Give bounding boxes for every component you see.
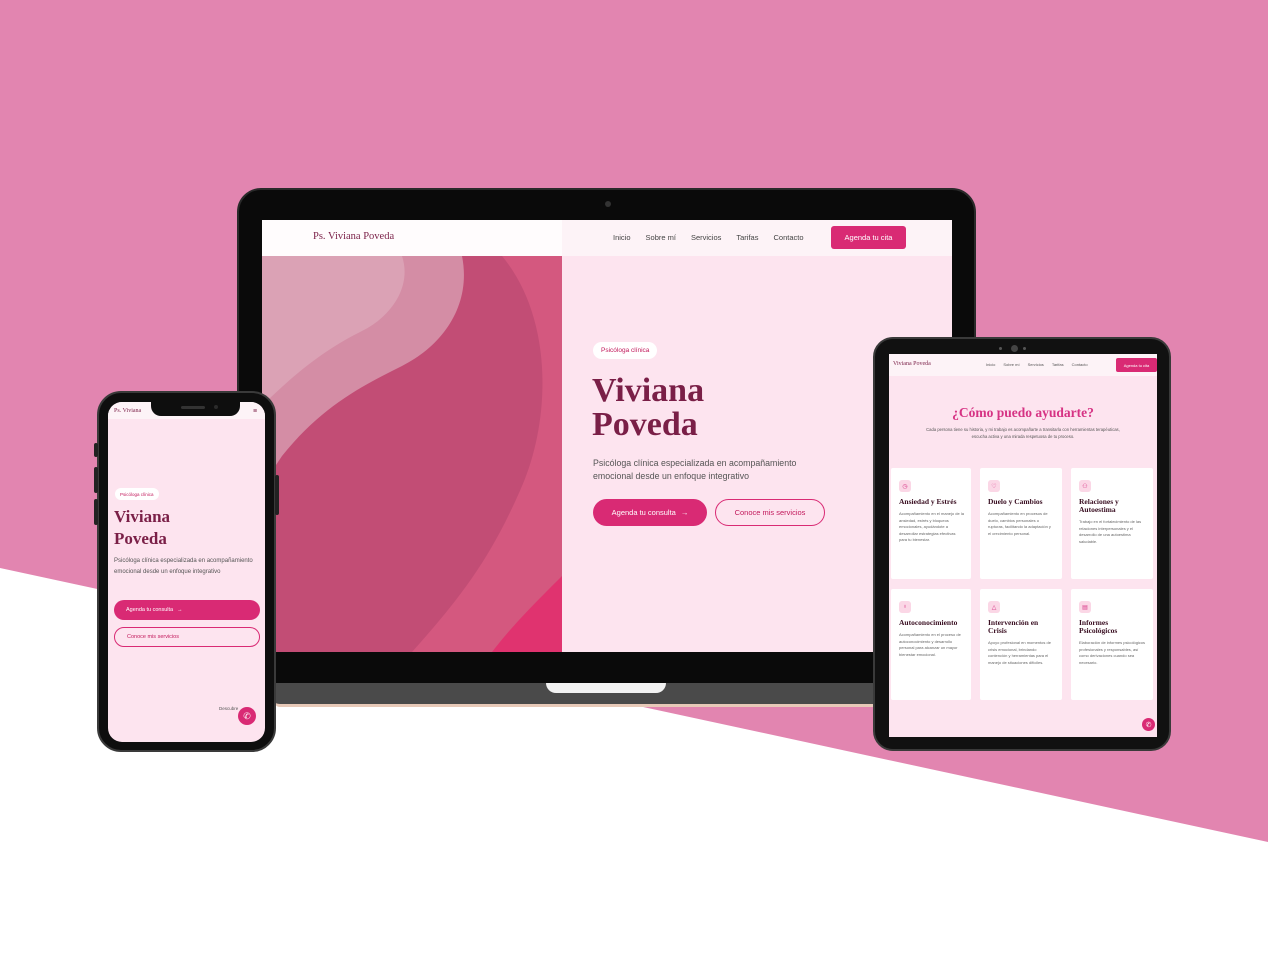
- laptop-base: [274, 683, 939, 707]
- nav-link-contacto[interactable]: Contacto: [1072, 362, 1088, 367]
- nav-link-inicio[interactable]: Inicio: [986, 362, 995, 367]
- service-description: Acompañamiento en el proceso de autocono…: [899, 632, 961, 657]
- conoce-servicios-button[interactable]: Conoce mis servicios: [114, 627, 260, 647]
- hero-description: Psicóloga clínica especializada en acomp…: [114, 558, 253, 575]
- services-section-title: ¿Cómo puedo ayudarte?: [952, 405, 1094, 420]
- hero-badge: Psicóloga clínica: [593, 342, 658, 359]
- phone-volume-up: [94, 467, 98, 493]
- service-card[interactable]: ⚇ Relaciones y Autoestima Trabajo en el …: [1071, 468, 1153, 579]
- service-description: Apoyo profesional en momentos de crisis …: [988, 640, 1051, 665]
- service-title: Duelo y Cambios: [988, 497, 1043, 506]
- conoce-servicios-button[interactable]: Conoce mis servicios: [715, 499, 825, 526]
- service-description: Trabajo en el fortalecimiento de las rel…: [1079, 519, 1142, 544]
- hero-title: Viviana Poveda: [592, 372, 705, 443]
- laptop-nav-links: Inicio Sobre mí Servicios Tarifas Contac…: [613, 233, 804, 242]
- document-icon: ▤: [1079, 601, 1091, 613]
- service-card[interactable]: ♡ Duelo y Cambios Acompañamiento en proc…: [980, 468, 1062, 579]
- service-description: Acompañamiento en procesos de duelo, cam…: [988, 511, 1051, 536]
- clock-icon: ◷: [899, 480, 911, 492]
- service-title: Relaciones y Autoestima: [1079, 497, 1119, 514]
- whatsapp-icon[interactable]: ✆: [1142, 718, 1155, 731]
- service-title: Intervención en Crisis: [988, 618, 1039, 635]
- services-grid: ◷ Ansiedad y Estrés Acompañamiento en el…: [891, 468, 1153, 700]
- nav-link-tarifas[interactable]: Tarifas: [736, 233, 758, 242]
- service-title: Ansiedad y Estrés: [899, 497, 957, 506]
- service-card[interactable]: △ Intervención en Crisis Apoyo profesion…: [980, 589, 1062, 700]
- nav-link-tarifas[interactable]: Tarifas: [1052, 362, 1064, 367]
- scroll-hint: Descubre: [219, 706, 239, 711]
- phone-screen: Ps. Viviana ≡ Psicóloga clínica Viviana …: [108, 402, 265, 742]
- heart-icon: ♡: [988, 480, 1000, 492]
- people-icon: ⚇: [1079, 480, 1091, 492]
- laptop-screen: Ps. Viviana Poveda Inicio Sobre mí Servi…: [262, 220, 952, 652]
- agenda-consulta-button[interactable]: Agenda tu consulta →: [114, 600, 260, 620]
- tablet-device: Viviana Poveda Inicio Sobre mí Servicios…: [873, 337, 1171, 751]
- hamburger-menu-icon[interactable]: ≡: [253, 408, 257, 415]
- phone-notch: [151, 402, 240, 416]
- lightbulb-icon: ♁: [899, 601, 911, 613]
- tablet-nav-links: Inicio Sobre mí Servicios Tarifas Contac…: [986, 362, 1088, 367]
- nav-link-servicios[interactable]: Servicios: [691, 233, 721, 242]
- nav-link-sobre-mi[interactable]: Sobre mí: [1003, 362, 1019, 367]
- nav-link-inicio[interactable]: Inicio: [613, 233, 631, 242]
- service-description: Acompañamiento en el manejo de la ansied…: [899, 511, 964, 542]
- alert-icon: △: [988, 601, 1000, 613]
- tablet-screen: Viviana Poveda Inicio Sobre mí Servicios…: [889, 354, 1157, 737]
- nav-link-contacto[interactable]: Contacto: [773, 233, 803, 242]
- phone-power-button: [275, 475, 279, 515]
- phone-device: Ps. Viviana ≡ Psicóloga clínica Viviana …: [94, 391, 279, 752]
- laptop-notch: [546, 683, 666, 693]
- service-card[interactable]: ▤ Informes Psicológicos Elaboración de i…: [1071, 589, 1153, 700]
- hero-description: Psicóloga clínica especializada en acomp…: [593, 458, 797, 481]
- arrow-right-icon: →: [177, 607, 183, 613]
- hero-decorative-shapes: [262, 256, 562, 652]
- hero-badge: Psicóloga clínica: [115, 488, 159, 500]
- phone-side-button: [94, 443, 98, 457]
- whatsapp-icon[interactable]: ✆: [238, 707, 256, 725]
- service-title: Autoconocimiento: [899, 618, 958, 627]
- tablet-camera: [1011, 345, 1018, 352]
- arrow-right-icon: →: [680, 508, 689, 517]
- nav-link-sobre-mi[interactable]: Sobre mí: [646, 233, 676, 242]
- laptop-brand-logo[interactable]: Ps. Viviana Poveda: [313, 231, 394, 242]
- agenda-consulta-button[interactable]: Agenda tu consulta →: [593, 499, 707, 526]
- phone-volume-down: [94, 499, 98, 525]
- service-description: Elaboración de informes psicológicos pro…: [1079, 640, 1146, 665]
- tablet-brand-logo[interactable]: Viviana Poveda: [893, 361, 931, 367]
- laptop-device: Ps. Viviana Poveda Inicio Sobre mí Servi…: [237, 188, 976, 686]
- service-card[interactable]: ◷ Ansiedad y Estrés Acompañamiento en el…: [891, 468, 971, 579]
- laptop-nav-cta-button[interactable]: Agenda tu cita: [831, 226, 906, 249]
- laptop-navbar: Ps. Viviana Poveda Inicio Sobre mí Servi…: [262, 220, 952, 256]
- tablet-navbar: Viviana Poveda Inicio Sobre mí Servicios…: [889, 354, 1157, 376]
- tablet-nav-cta-button[interactable]: Agenda tu cita: [1116, 358, 1157, 372]
- phone-brand-logo[interactable]: Ps. Viviana: [114, 408, 141, 414]
- services-section-subtitle: Cada persona tiene su historia, y mi tra…: [926, 427, 1120, 439]
- service-card[interactable]: ♁ Autoconocimiento Acompañamiento en el …: [891, 589, 971, 700]
- nav-link-servicios[interactable]: Servicios: [1028, 362, 1044, 367]
- service-title: Informes Psicológicos: [1079, 618, 1118, 635]
- hero-title: Viviana Poveda: [114, 507, 171, 548]
- laptop-camera: [605, 201, 611, 207]
- hero-abstract-waves: [262, 256, 562, 652]
